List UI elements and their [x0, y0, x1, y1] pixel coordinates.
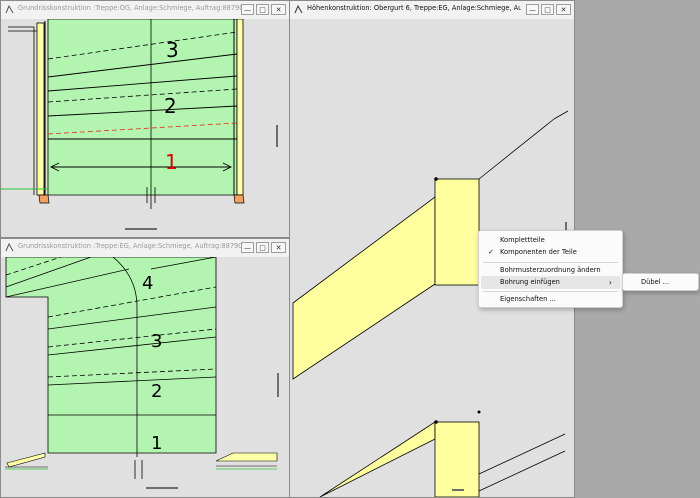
post-lower — [434, 421, 480, 497]
window-title: Grundrisskonstruktion :Treppe:OG, Anlage… — [18, 4, 250, 12]
app-icon — [294, 5, 303, 14]
context-menu: Komplettteile ✓ Komponenten der Teile Boh… — [478, 230, 623, 308]
stringer-left — [36, 22, 45, 196]
close-button[interactable]: ✕ — [271, 242, 286, 253]
titlebar[interactable]: Grundrisskonstruktion :Treppe:OG, Anlage… — [1, 1, 289, 20]
horizontal-scrollbar-thumb[interactable] — [125, 228, 157, 230]
step-label-3: 3 — [151, 331, 162, 352]
step-label-3: 3 — [166, 38, 179, 62]
menu-item-label: Komponenten der Teile — [500, 248, 577, 256]
window-floorplan-eg[interactable]: Grundrisskonstruktion :Treppe:EG, Anlage… — [0, 238, 290, 498]
maximize-button[interactable]: □ — [256, 4, 269, 15]
drawing-canvas[interactable]: 3 2 1 — [1, 19, 289, 237]
chevron-right-icon: › — [608, 278, 612, 287]
close-button[interactable]: ✕ — [556, 4, 571, 15]
stringer-right — [236, 19, 244, 196]
maximize-button[interactable]: □ — [541, 4, 554, 15]
window-title: Höhenkonstruktion: Obergurt 6, Treppe:EG… — [307, 4, 521, 12]
maximize-button[interactable]: □ — [256, 242, 269, 253]
menu-item-komponenten[interactable]: ✓ Komponenten der Teile — [479, 246, 622, 259]
app-icon — [5, 5, 14, 14]
menu-item-bohrung-einfuegen[interactable]: Bohrung einfügen › — [481, 276, 620, 289]
menu-item-label: Komplettteile — [500, 236, 545, 244]
menu-item-label: Bohrmusterzuordnung ändern — [500, 266, 601, 274]
minimize-button[interactable]: — — [241, 4, 254, 15]
menu-separator — [483, 291, 618, 292]
menu-separator — [483, 262, 618, 263]
horizontal-scrollbar-thumb[interactable] — [146, 487, 178, 489]
minimize-button[interactable]: — — [241, 242, 254, 253]
submenu: Dübel ... — [622, 273, 699, 291]
menu-item-eigenschaften[interactable]: Eigenschaften ... — [479, 293, 622, 306]
post-upper — [434, 178, 480, 286]
vertical-scrollbar-thumb[interactable] — [277, 373, 279, 397]
post-left — [38, 194, 50, 204]
menu-item-duebel[interactable]: Dübel ... — [623, 276, 698, 289]
app-icon — [5, 243, 14, 252]
minimize-button[interactable]: — — [526, 4, 539, 15]
step-label-2: 2 — [164, 94, 177, 118]
close-button[interactable]: ✕ — [271, 4, 286, 15]
titlebar[interactable]: Höhenkonstruktion: Obergurt 6, Treppe:EG… — [290, 1, 574, 20]
step-label-1: 1 — [165, 150, 178, 174]
menu-item-label: Eigenschaften ... — [500, 295, 556, 303]
stair-run-area — [47, 19, 238, 196]
titlebar[interactable]: Grundrisskonstruktion :Treppe:EG, Anlage… — [1, 239, 289, 258]
menu-item-label: Dübel ... — [641, 278, 670, 286]
post-right — [233, 194, 245, 204]
step-label-1: 1 — [151, 433, 162, 454]
step-label-2: 2 — [151, 381, 162, 402]
window-floorplan-og[interactable]: Grundrisskonstruktion :Treppe:OG, Anlage… — [0, 0, 290, 238]
drawing-canvas[interactable]: 4 3 2 1 — [1, 257, 289, 497]
checkmark-icon: ✓ — [488, 248, 494, 256]
step-label-4: 4 — [142, 273, 153, 294]
horizontal-scrollbar-thumb[interactable] — [452, 489, 464, 491]
menu-item-label: Bohrung einfügen — [500, 278, 560, 286]
vertical-scrollbar-thumb[interactable] — [276, 125, 278, 147]
window-title: Grundrisskonstruktion :Treppe:EG, Anlage… — [18, 242, 249, 250]
